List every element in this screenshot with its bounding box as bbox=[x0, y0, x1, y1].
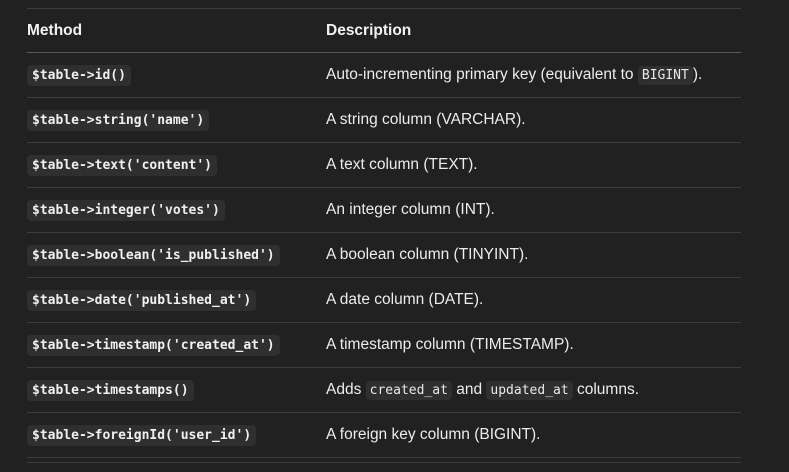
header-method: Method bbox=[27, 21, 83, 39]
description-cell: A text column (TEXT). bbox=[326, 155, 741, 175]
table-bottom-rule bbox=[27, 462, 741, 463]
description-cell: A date column (DATE). bbox=[326, 290, 741, 310]
inline-code: updated_at bbox=[486, 380, 573, 400]
inline-code: created_at bbox=[365, 380, 452, 400]
description-cell: A string column (VARCHAR). bbox=[326, 110, 741, 130]
table-header-row: Method Description bbox=[27, 9, 741, 53]
method-code: $table->text('content') bbox=[27, 155, 218, 176]
description-text: A foreign key column (BIGINT). bbox=[326, 426, 541, 443]
method-code: $table->id() bbox=[27, 65, 131, 86]
description-cell: Adds created_at and updated_at columns. bbox=[326, 380, 741, 401]
method-cell: $table->date('published_at') bbox=[27, 290, 326, 311]
description-text: columns. bbox=[572, 380, 640, 398]
method-cell: $table->timestamps() bbox=[27, 380, 326, 401]
description-text: A timestamp column (TIMESTAMP). bbox=[326, 336, 574, 353]
table-row: $table->foreignId('user_id') A foreign k… bbox=[27, 413, 741, 458]
description-cell: A boolean column (TINYINT). bbox=[326, 245, 741, 265]
table-row: $table->string('name') A string column (… bbox=[27, 98, 741, 143]
method-cell: $table->foreignId('user_id') bbox=[27, 425, 326, 446]
table-row: $table->timestamp('created_at') A timest… bbox=[27, 323, 741, 368]
method-code: $table->date('published_at') bbox=[27, 290, 257, 311]
table-row: $table->timestamps() Adds created_at and… bbox=[27, 368, 741, 413]
description-text: A text column (TEXT). bbox=[326, 156, 478, 173]
description-cell: Auto-incrementing primary key (equivalen… bbox=[326, 65, 741, 86]
description-cell: A timestamp column (TIMESTAMP). bbox=[326, 335, 741, 355]
method-cell: $table->text('content') bbox=[27, 155, 326, 176]
description-text: Auto-incrementing primary key (equivalen… bbox=[326, 65, 638, 83]
description-text: Adds bbox=[326, 380, 366, 398]
method-code: $table->foreignId('user_id') bbox=[27, 425, 257, 446]
table-row: $table->date('published_at') A date colu… bbox=[27, 278, 741, 323]
description-cell: An integer column (INT). bbox=[326, 200, 741, 220]
methods-table: Method Description $table->id() Auto-inc… bbox=[27, 8, 741, 458]
table-row: $table->text('content') A text column (T… bbox=[27, 143, 741, 188]
header-description: Description bbox=[326, 21, 412, 39]
inline-code: BIGINT bbox=[637, 65, 693, 85]
description-text: A string column (VARCHAR). bbox=[326, 111, 526, 128]
method-cell: $table->id() bbox=[27, 65, 326, 86]
description-text: ). bbox=[692, 65, 703, 83]
description-text: and bbox=[451, 380, 487, 398]
description-cell: A foreign key column (BIGINT). bbox=[326, 425, 741, 445]
table-row: $table->integer('votes') An integer colu… bbox=[27, 188, 741, 233]
table-row: $table->id() Auto-incrementing primary k… bbox=[27, 53, 741, 98]
table-row: $table->boolean('is_published') A boolea… bbox=[27, 233, 741, 278]
description-text: An integer column (INT). bbox=[326, 201, 495, 218]
method-code: $table->boolean('is_published') bbox=[27, 245, 280, 266]
method-code: $table->timestamp('created_at') bbox=[27, 335, 280, 356]
method-cell: $table->timestamp('created_at') bbox=[27, 335, 326, 356]
method-code: $table->string('name') bbox=[27, 110, 210, 131]
method-code: $table->timestamps() bbox=[27, 380, 194, 401]
method-cell: $table->integer('votes') bbox=[27, 200, 326, 221]
method-cell: $table->boolean('is_published') bbox=[27, 245, 326, 266]
method-cell: $table->string('name') bbox=[27, 110, 326, 131]
description-text: A boolean column (TINYINT). bbox=[326, 246, 529, 263]
method-code: $table->integer('votes') bbox=[27, 200, 225, 221]
description-text: A date column (DATE). bbox=[326, 291, 484, 308]
